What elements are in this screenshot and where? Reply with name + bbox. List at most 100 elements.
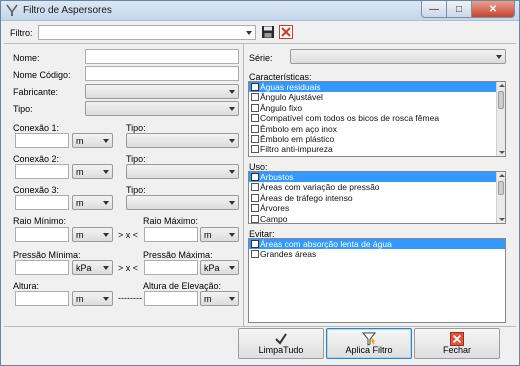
uso-item[interactable]: Árvores <box>249 203 505 213</box>
altura-elevacao-input[interactable] <box>144 291 198 306</box>
caracteristica-item-label: Filtro anti-impureza <box>260 144 333 155</box>
conexao1-unit-select[interactable]: m <box>72 133 113 148</box>
chevron-down-icon <box>229 233 235 237</box>
caracteristica-item-label: Ângulo fixo <box>260 102 303 113</box>
checkbox[interactable] <box>251 193 259 202</box>
unit-value: kPa <box>76 263 92 273</box>
altura-elevacao-unit-select[interactable]: m <box>200 291 239 306</box>
fabricante-select[interactable] <box>85 84 239 99</box>
pressao-maxima-unit-select[interactable]: kPa <box>200 260 239 275</box>
uso-item[interactable]: Campo <box>249 213 505 224</box>
caracteristica-item[interactable]: Ângulo fixo <box>249 103 505 113</box>
uso-item-label: Árvores <box>260 203 290 214</box>
scroll-up-icon[interactable] <box>498 174 505 177</box>
conexao2-input[interactable] <box>15 164 69 179</box>
tipo-select[interactable] <box>85 101 239 116</box>
close-x-icon <box>450 332 464 346</box>
checkbox[interactable] <box>251 83 259 91</box>
uso-item[interactable]: Arbustos <box>249 172 505 183</box>
caracteristica-item[interactable]: Águas residuais <box>249 82 505 93</box>
checkbox[interactable] <box>251 114 259 123</box>
conexao3-tipo-label: Tipo: <box>126 185 146 195</box>
checkbox[interactable] <box>251 145 259 154</box>
unit-value: m <box>76 230 84 240</box>
chevron-down-icon <box>103 139 109 143</box>
caracteristica-item[interactable]: Êmbolo em aço inox <box>249 124 505 134</box>
uso-item[interactable]: Áreas de tráfego intenso <box>249 193 505 203</box>
caracteristicas-list[interactable]: Águas residuais Ângulo Ajustável Ângulo fi… <box>248 81 506 157</box>
limpa-tudo-button[interactable]: LimpaTudo <box>238 328 324 359</box>
caracteristica-item[interactable]: Ângulo Ajustável <box>249 92 505 102</box>
scrollbar[interactable] <box>496 82 505 156</box>
conexao1-tipo-select[interactable] <box>126 133 239 148</box>
pressao-maxima-input[interactable] <box>144 260 198 275</box>
uso-item-label: Campo <box>260 213 288 224</box>
chevron-down-icon <box>229 139 235 143</box>
scrollbar[interactable] <box>496 172 505 223</box>
raio-minimo-input[interactable] <box>15 227 69 242</box>
chevron-down-icon <box>496 55 502 59</box>
nome-codigo-input[interactable] <box>85 66 239 81</box>
maximize-button[interactable]: □ <box>447 1 472 18</box>
caracteristica-item[interactable]: Filtro anti-impureza <box>249 144 505 154</box>
fabricante-label: Fabricante: <box>13 87 59 97</box>
raio-maximo-unit-select[interactable]: m <box>200 227 239 242</box>
save-icon[interactable] <box>261 25 275 39</box>
checkbox[interactable] <box>251 93 259 102</box>
checkbox[interactable] <box>251 240 259 248</box>
altura-unit-select[interactable]: m <box>72 291 113 306</box>
aplica-filtro-button[interactable]: Aplica Filtro <box>326 328 412 359</box>
checkbox[interactable] <box>251 204 259 213</box>
caracteristica-item[interactable]: Êmbolo em plástico <box>249 134 505 144</box>
conexao1-input[interactable] <box>15 133 69 148</box>
chevron-down-icon <box>229 297 235 301</box>
scroll-up-icon[interactable] <box>498 84 505 87</box>
chevron-down-icon <box>229 266 235 270</box>
raio-maximo-input[interactable] <box>144 227 198 242</box>
unit-value: m <box>204 230 212 240</box>
pressao-minima-input[interactable] <box>15 260 69 275</box>
uso-item-label: Áreas com variação de pressão <box>260 182 380 193</box>
scroll-thumb[interactable] <box>498 91 504 109</box>
checkmark-icon <box>275 333 287 345</box>
conexao3-label: Conexão 3: <box>13 185 60 195</box>
scroll-thumb[interactable] <box>498 181 504 195</box>
checkbox[interactable] <box>251 103 259 112</box>
checkbox[interactable] <box>251 134 259 143</box>
scroll-down-icon[interactable] <box>498 151 505 154</box>
conexao2-label: Conexão 2: <box>13 154 60 164</box>
conexao2-unit-select[interactable]: m <box>72 164 113 179</box>
evitar-list[interactable]: Áreas com absorção lenta de água Grandes … <box>248 238 506 323</box>
fechar-button[interactable]: Fechar <box>414 328 500 359</box>
caracteristica-item[interactable]: Compatível com todos os bicos de rosca f… <box>249 113 505 123</box>
minimize-button[interactable]: — <box>421 1 447 18</box>
serie-select[interactable] <box>290 49 506 64</box>
conexao3-tipo-select[interactable] <box>126 195 239 210</box>
filter-window: Filtro de Aspersores — □ ✕ Filtro: Nome:… <box>0 0 520 366</box>
filter-combo[interactable] <box>38 25 256 40</box>
conexao2-tipo-label: Tipo: <box>126 154 146 164</box>
nome-input[interactable] <box>85 49 239 64</box>
raio-minimo-unit-select[interactable]: m <box>72 227 113 242</box>
checkbox[interactable] <box>251 124 259 133</box>
uso-list[interactable]: Arbustos Áreas com variação de pressão Áre… <box>248 171 506 224</box>
fechar-label: Fechar <box>442 345 471 355</box>
uso-item[interactable]: Áreas com variação de pressão <box>249 182 505 192</box>
unit-value: kPa <box>204 263 220 273</box>
checkbox[interactable] <box>251 214 259 223</box>
title-bar[interactable]: Filtro de Aspersores — □ ✕ <box>1 1 519 21</box>
checkbox[interactable] <box>251 173 259 181</box>
conexao3-unit-select[interactable]: m <box>72 195 113 210</box>
scroll-down-icon[interactable] <box>498 218 505 221</box>
altura-input[interactable] <box>15 291 69 306</box>
pressao-minima-unit-select[interactable]: kPa <box>72 260 113 275</box>
evitar-item[interactable]: Grandes áreas <box>249 249 505 259</box>
conexao1-label: Conexão 1: <box>13 123 60 133</box>
conexao3-input[interactable] <box>15 195 69 210</box>
close-window-button[interactable]: ✕ <box>472 1 515 18</box>
conexao2-tipo-select[interactable] <box>126 164 239 179</box>
checkbox[interactable] <box>251 250 259 259</box>
clear-x-icon[interactable] <box>279 25 293 39</box>
checkbox[interactable] <box>251 183 259 192</box>
evitar-item[interactable]: Áreas com absorção lenta de água <box>249 239 505 250</box>
